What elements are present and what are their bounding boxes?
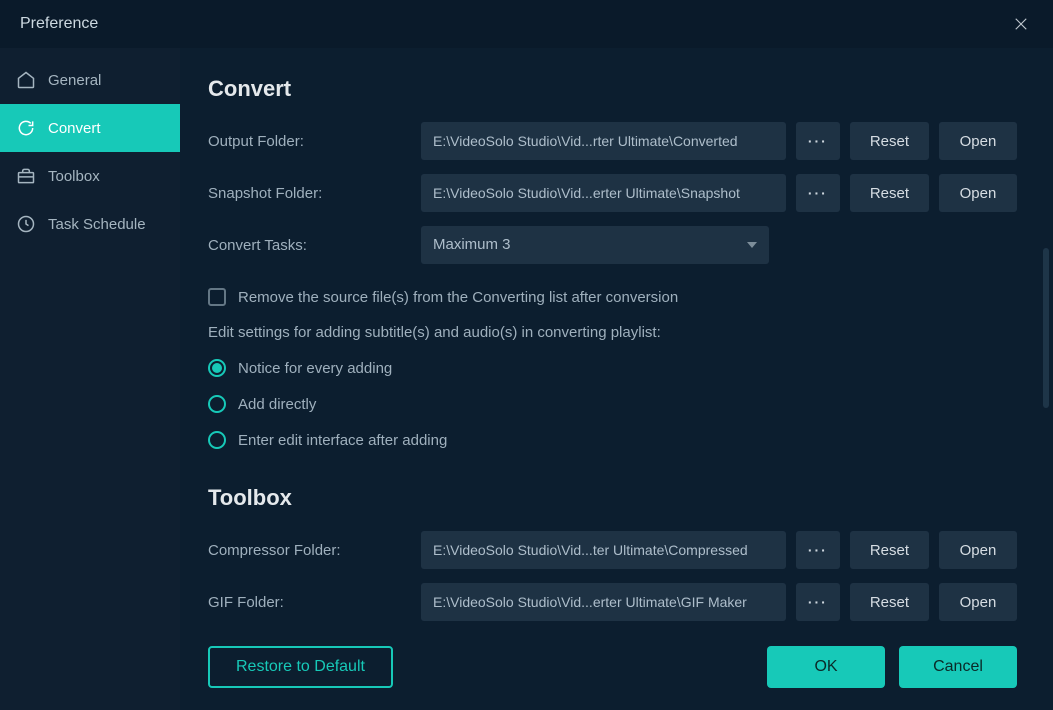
sidebar-item-general[interactable]: General — [0, 56, 180, 104]
convert-tasks-value: Maximum 3 — [433, 236, 511, 253]
snapshot-folder-row: Snapshot Folder: E:\VideoSolo Studio\Vid… — [208, 174, 1017, 212]
toolbox-heading: Toolbox — [208, 485, 1017, 511]
sidebar-item-task-schedule[interactable]: Task Schedule — [0, 200, 180, 248]
more-icon: ··· — [808, 594, 828, 610]
radio-edit-interface[interactable] — [208, 431, 226, 449]
compressor-folder-input[interactable]: E:\VideoSolo Studio\Vid...ter Ultimate\C… — [421, 531, 786, 569]
radio-notice-label: Notice for every adding — [238, 360, 392, 377]
compressor-folder-reset-button[interactable]: Reset — [850, 531, 929, 569]
scrollbar-thumb[interactable] — [1043, 248, 1049, 408]
convert-heading: Convert — [208, 76, 1017, 102]
sidebar: General Convert Toolbox Task Schedule — [0, 48, 180, 710]
radio-notice[interactable] — [208, 359, 226, 377]
content-panel: Convert Output Folder: E:\VideoSolo Stud… — [180, 48, 1053, 710]
snapshot-folder-open-button[interactable]: Open — [939, 174, 1017, 212]
subtitle-settings-hint: Edit settings for adding subtitle(s) and… — [208, 324, 1017, 341]
sidebar-item-label: General — [48, 72, 101, 89]
footer: Restore to Default OK Cancel — [180, 636, 1053, 710]
gif-folder-browse-button[interactable]: ··· — [796, 583, 840, 621]
radio-option-notice[interactable]: Notice for every adding — [208, 359, 1017, 377]
clock-icon — [16, 214, 36, 234]
more-icon: ··· — [808, 185, 828, 201]
output-folder-label: Output Folder: — [208, 133, 421, 150]
titlebar: Preference — [0, 0, 1053, 48]
close-icon — [1012, 15, 1030, 33]
radio-add-directly[interactable] — [208, 395, 226, 413]
sidebar-item-label: Task Schedule — [48, 216, 146, 233]
compressor-folder-row: Compressor Folder: E:\VideoSolo Studio\V… — [208, 531, 1017, 569]
radio-option-add-directly[interactable]: Add directly — [208, 395, 1017, 413]
sidebar-item-label: Toolbox — [48, 168, 100, 185]
compressor-folder-label: Compressor Folder: — [208, 542, 421, 559]
more-icon: ··· — [808, 133, 828, 149]
toolbox-icon — [16, 166, 36, 186]
close-button[interactable] — [1009, 12, 1033, 36]
convert-tasks-row: Convert Tasks: Maximum 3 — [208, 226, 1017, 264]
remove-source-label: Remove the source file(s) from the Conve… — [238, 289, 678, 306]
gif-folder-open-button[interactable]: Open — [939, 583, 1017, 621]
convert-icon — [16, 118, 36, 138]
gif-folder-input[interactable]: E:\VideoSolo Studio\Vid...erter Ultimate… — [421, 583, 786, 621]
convert-tasks-label: Convert Tasks: — [208, 237, 421, 254]
radio-add-directly-label: Add directly — [238, 396, 316, 413]
output-folder-row: Output Folder: E:\VideoSolo Studio\Vid..… — [208, 122, 1017, 160]
radio-option-edit-interface[interactable]: Enter edit interface after adding — [208, 431, 1017, 449]
sidebar-item-label: Convert — [48, 120, 101, 137]
remove-source-row[interactable]: Remove the source file(s) from the Conve… — [208, 288, 1017, 306]
sidebar-item-convert[interactable]: Convert — [0, 104, 180, 152]
snapshot-folder-input[interactable]: E:\VideoSolo Studio\Vid...erter Ultimate… — [421, 174, 786, 212]
output-folder-open-button[interactable]: Open — [939, 122, 1017, 160]
chevron-down-icon — [747, 242, 757, 248]
snapshot-folder-label: Snapshot Folder: — [208, 185, 421, 202]
radio-edit-interface-label: Enter edit interface after adding — [238, 432, 447, 449]
cancel-button[interactable]: Cancel — [899, 646, 1017, 688]
gif-folder-label: GIF Folder: — [208, 594, 421, 611]
snapshot-folder-reset-button[interactable]: Reset — [850, 174, 929, 212]
output-folder-input[interactable]: E:\VideoSolo Studio\Vid...rter Ultimate\… — [421, 122, 786, 160]
compressor-folder-browse-button[interactable]: ··· — [796, 531, 840, 569]
snapshot-folder-browse-button[interactable]: ··· — [796, 174, 840, 212]
gif-folder-reset-button[interactable]: Reset — [850, 583, 929, 621]
remove-source-checkbox[interactable] — [208, 288, 226, 306]
more-icon: ··· — [808, 542, 828, 558]
output-folder-browse-button[interactable]: ··· — [796, 122, 840, 160]
compressor-folder-open-button[interactable]: Open — [939, 531, 1017, 569]
restore-default-button[interactable]: Restore to Default — [208, 646, 393, 688]
window-title: Preference — [20, 15, 98, 33]
home-icon — [16, 70, 36, 90]
gif-folder-row: GIF Folder: E:\VideoSolo Studio\Vid...er… — [208, 583, 1017, 621]
sidebar-item-toolbox[interactable]: Toolbox — [0, 152, 180, 200]
output-folder-reset-button[interactable]: Reset — [850, 122, 929, 160]
ok-button[interactable]: OK — [767, 646, 885, 688]
convert-tasks-select[interactable]: Maximum 3 — [421, 226, 769, 264]
